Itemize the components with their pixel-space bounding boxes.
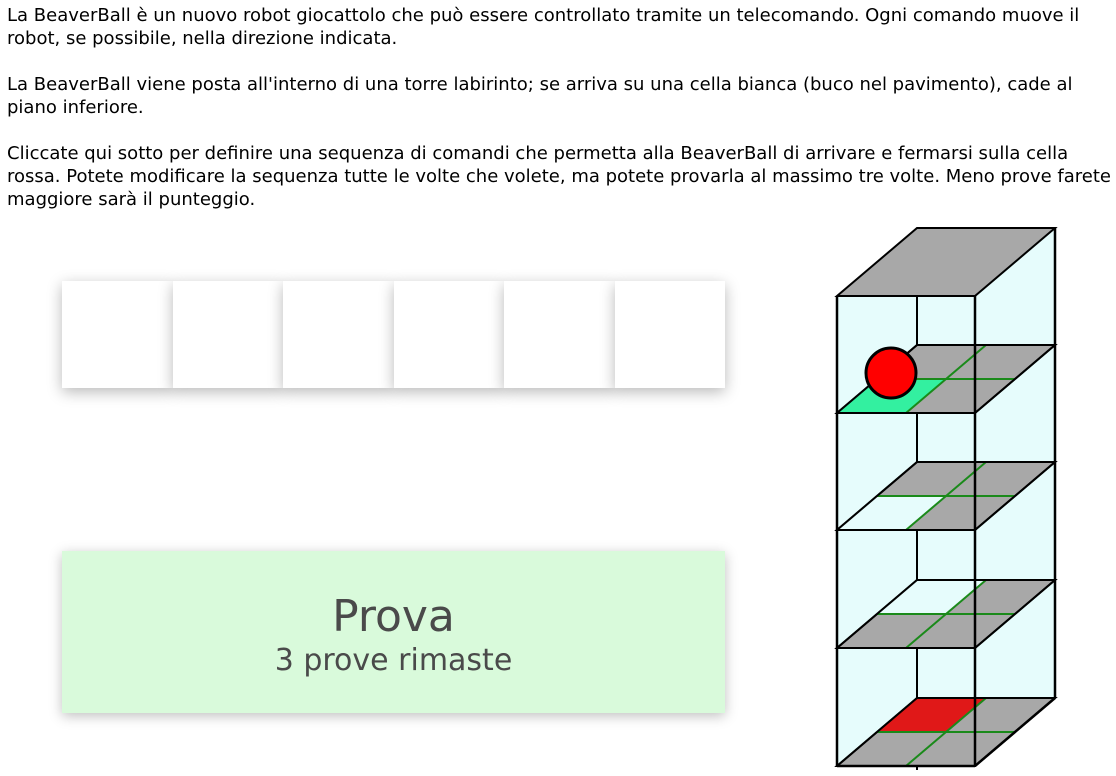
instructions-paragraph-1: La BeaverBall è un nuovo robot giocattol…: [7, 5, 1080, 49]
instructions-paragraph-2: La BeaverBall viene posta all'interno di…: [7, 74, 1073, 118]
beaverball: [864, 346, 918, 400]
command-slot-3[interactable]: [283, 281, 394, 388]
command-slot-2[interactable]: [172, 281, 283, 388]
command-slot-5[interactable]: [504, 281, 615, 388]
try-button-label: Prova: [332, 591, 455, 642]
command-sequence: [62, 281, 725, 388]
command-slot-4[interactable]: [393, 281, 504, 388]
maze-tower: [834, 227, 1058, 770]
command-slot-6[interactable]: [614, 281, 725, 388]
command-slot-1[interactable]: [62, 281, 173, 388]
try-button[interactable]: Prova 3 prove rimaste: [62, 551, 725, 713]
instructions-paragraph-3: Cliccate qui sotto per definire una sequ…: [7, 143, 1111, 210]
tries-remaining: 3 prove rimaste: [274, 643, 513, 678]
instructions: La BeaverBall è un nuovo robot giocattol…: [7, 4, 1112, 234]
